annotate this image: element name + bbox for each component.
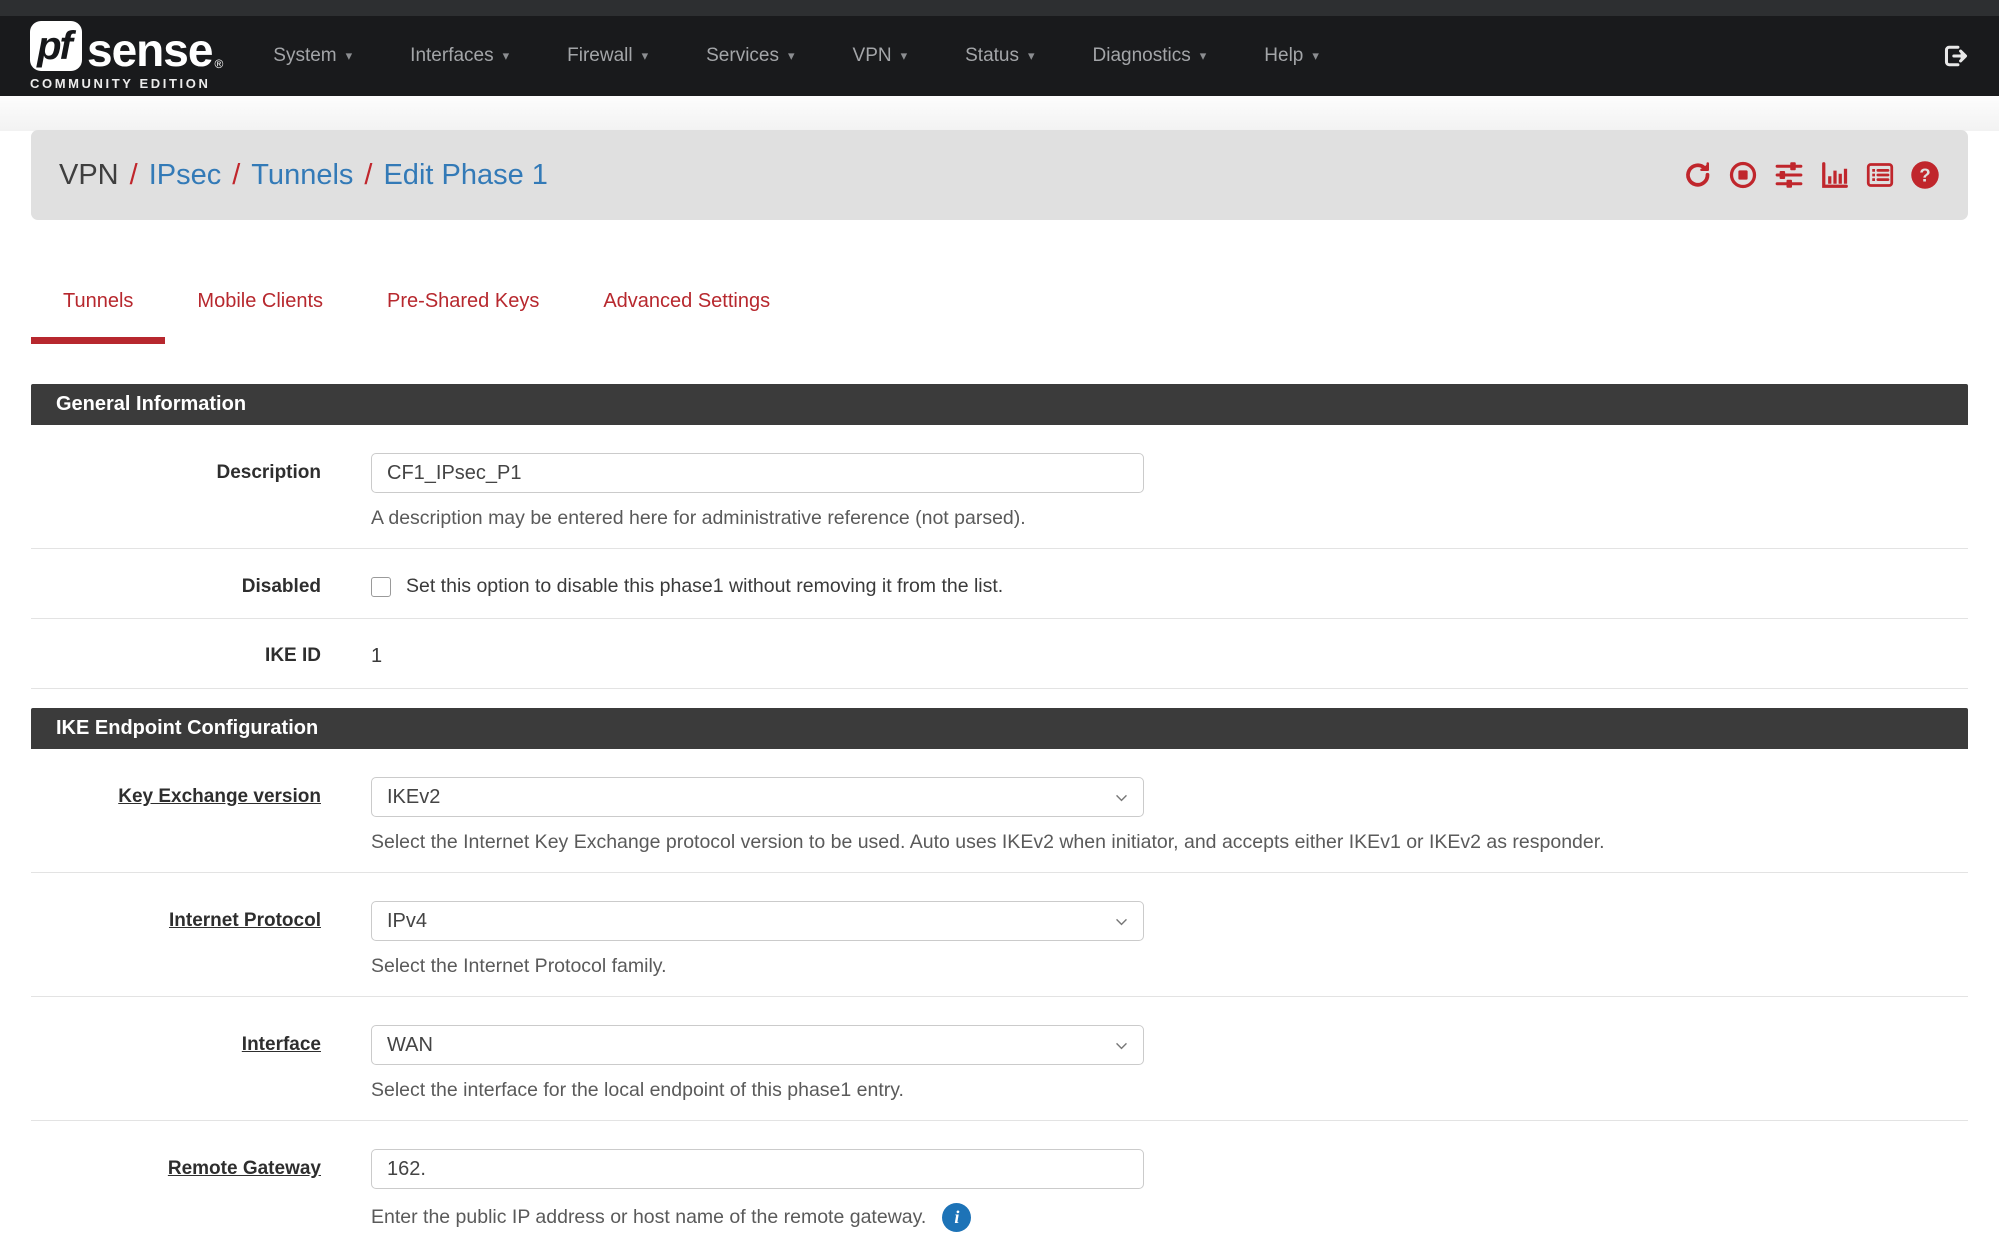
caret-down-icon: ▾ (1312, 48, 1319, 64)
caret-down-icon: ▾ (642, 48, 649, 64)
nav-item-firewall[interactable]: Firewall ▾ (567, 45, 648, 67)
nav-menu: System ▾ Interfaces ▾ Firewall ▾ Service… (273, 45, 1319, 67)
ike-id-label: IKE ID (31, 645, 321, 668)
breadcrumb-link-edit-phase1[interactable]: Edit Phase 1 (383, 159, 547, 192)
nav-item-system[interactable]: System ▾ (273, 45, 352, 67)
breadcrumb-actions: ? (1683, 160, 1940, 190)
breadcrumb-separator: / (221, 159, 251, 192)
remote-gateway-help: Enter the public IP address or host name… (371, 1206, 926, 1229)
nav-label: VPN (853, 45, 892, 67)
key-exchange-value: IKEv2 (387, 786, 440, 809)
internet-protocol-help: Select the Internet Protocol family. (371, 955, 1968, 978)
form-row-remote-gateway: Remote Gateway Enter the public IP addre… (31, 1121, 1968, 1236)
description-help: A description may be entered here for ad… (371, 507, 1968, 530)
info-icon[interactable]: i (942, 1203, 971, 1232)
panel-general-information: General Information Description A descri… (31, 384, 1968, 689)
window-top-strip (0, 0, 1999, 16)
caret-down-icon: ▾ (1028, 48, 1035, 64)
tab-mobile-clients[interactable]: Mobile Clients (165, 290, 355, 344)
caret-down-icon: ▾ (503, 48, 510, 64)
nav-item-diagnostics[interactable]: Diagnostics ▾ (1093, 45, 1207, 67)
form-row-description: Description A description may be entered… (31, 425, 1968, 549)
nav-label: Firewall (567, 45, 632, 67)
internet-protocol-value: IPv4 (387, 910, 427, 933)
tab-advanced-settings[interactable]: Advanced Settings (571, 290, 802, 344)
nav-label: Interfaces (410, 45, 493, 67)
svg-text:?: ? (1919, 164, 1930, 185)
interface-value: WAN (387, 1034, 433, 1057)
nav-label: Help (1264, 45, 1303, 67)
ike-id-value: 1 (371, 645, 1968, 668)
nav-item-interfaces[interactable]: Interfaces ▾ (410, 45, 509, 67)
breadcrumb: VPN / IPsec / Tunnels / Edit Phase 1 (31, 130, 1968, 220)
nav-item-vpn[interactable]: VPN ▾ (853, 45, 908, 67)
key-exchange-help: Select the Internet Key Exchange protoco… (371, 831, 1968, 854)
chevron-down-icon (1113, 789, 1130, 812)
nav-item-status[interactable]: Status ▾ (965, 45, 1034, 67)
breadcrumb-link-ipsec[interactable]: IPsec (149, 159, 222, 192)
logo-pf-text: pf (37, 24, 75, 69)
tab-tunnels[interactable]: Tunnels (31, 290, 165, 344)
refresh-icon[interactable] (1683, 160, 1713, 190)
chevron-down-icon (1113, 1037, 1130, 1060)
description-input[interactable] (371, 453, 1144, 493)
form-row-internet-protocol: Internet Protocol IPv4 Select the Intern… (31, 873, 1968, 997)
disabled-checkbox-text[interactable]: Set this option to disable this phase1 w… (406, 575, 1003, 598)
nav-label: Services (706, 45, 779, 67)
nav-label: Status (965, 45, 1019, 67)
page-top-gradient (0, 96, 1999, 131)
pfsense-logo[interactable]: pf sense ® COMMUNITY EDITION (30, 21, 223, 91)
stop-circle-icon[interactable] (1728, 160, 1758, 190)
disabled-label: Disabled (31, 575, 321, 598)
remote-gateway-label: Remote Gateway (31, 1149, 321, 1232)
interface-help: Select the interface for the local endpo… (371, 1079, 1968, 1102)
list-icon[interactable] (1865, 160, 1895, 190)
chevron-down-icon (1113, 913, 1130, 936)
nav-label: Diagnostics (1093, 45, 1191, 67)
remote-gateway-input[interactable] (371, 1149, 1144, 1189)
registered-mark: ® (214, 57, 223, 71)
tab-pre-shared-keys[interactable]: Pre-Shared Keys (355, 290, 571, 344)
nav-item-help[interactable]: Help ▾ (1264, 45, 1319, 67)
ipsec-tab-bar: Tunnels Mobile Clients Pre-Shared Keys A… (31, 290, 1968, 344)
form-row-ike-id: IKE ID 1 (31, 619, 1968, 689)
bar-chart-icon[interactable] (1820, 160, 1850, 190)
caret-down-icon: ▾ (1200, 48, 1207, 64)
key-exchange-select[interactable]: IKEv2 (371, 777, 1144, 817)
panel-title: General Information (31, 384, 1968, 425)
breadcrumb-separator: / (119, 159, 149, 192)
breadcrumb-link-tunnels[interactable]: Tunnels (251, 159, 353, 192)
breadcrumb-section: VPN (59, 159, 119, 192)
pfsense-logo-mark: pf (30, 21, 82, 71)
internet-protocol-select[interactable]: IPv4 (371, 901, 1144, 941)
interface-label: Interface (31, 1025, 321, 1102)
sign-out-icon[interactable] (1941, 42, 1969, 70)
community-edition-label: COMMUNITY EDITION (30, 76, 223, 91)
logo-sense-text: sense (87, 30, 212, 71)
form-row-interface: Interface WAN Select the interface for t… (31, 997, 1968, 1121)
breadcrumb-separator: / (353, 159, 383, 192)
description-label: Description (31, 453, 321, 530)
form-row-key-exchange: Key Exchange version IKEv2 Select the In… (31, 749, 1968, 873)
panel-title: IKE Endpoint Configuration (31, 708, 1968, 749)
nav-item-services[interactable]: Services ▾ (706, 45, 794, 67)
main-navbar: pf sense ® COMMUNITY EDITION System ▾ In… (0, 16, 1999, 96)
interface-select[interactable]: WAN (371, 1025, 1144, 1065)
help-icon[interactable]: ? (1910, 160, 1940, 190)
key-exchange-label: Key Exchange version (31, 777, 321, 854)
form-row-disabled: Disabled Set this option to disable this… (31, 549, 1968, 619)
caret-down-icon: ▾ (901, 48, 908, 64)
caret-down-icon: ▾ (788, 48, 795, 64)
internet-protocol-label: Internet Protocol (31, 901, 321, 978)
disabled-checkbox[interactable] (371, 577, 391, 597)
nav-label: System (273, 45, 336, 67)
panel-ike-endpoint-configuration: IKE Endpoint Configuration Key Exchange … (31, 708, 1968, 1236)
caret-down-icon: ▾ (346, 48, 353, 64)
sliders-icon[interactable] (1773, 160, 1805, 190)
